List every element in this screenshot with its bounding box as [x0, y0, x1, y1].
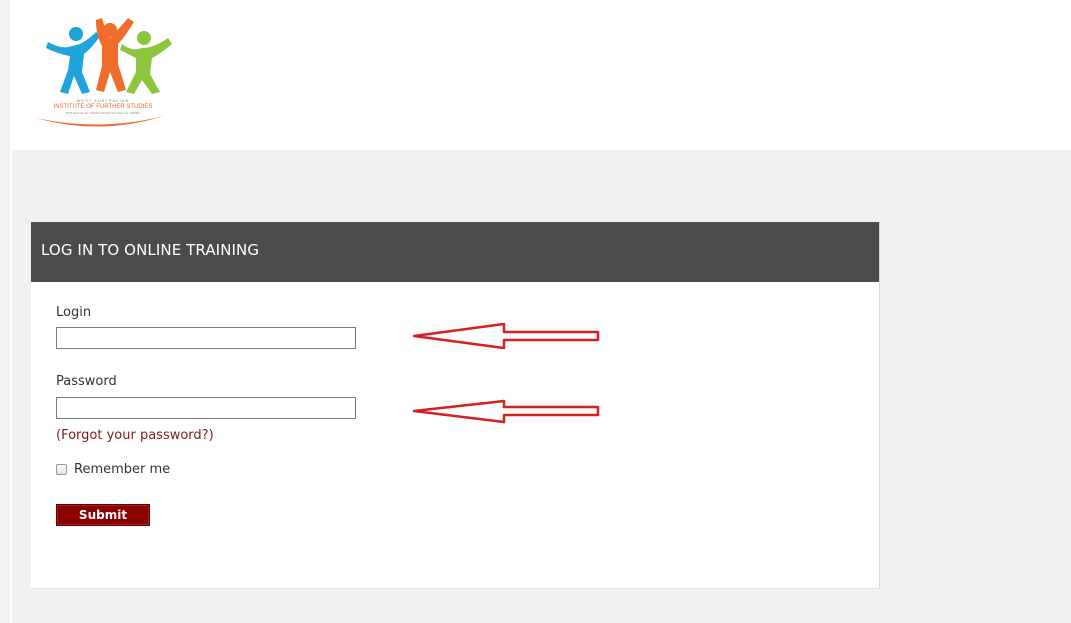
remember-me-checkbox[interactable] — [56, 463, 67, 475]
people-logo-icon — [46, 18, 172, 94]
page: WEST AUSTRALIAN INSTITUTE OF FURTHER STU… — [0, 0, 1071, 623]
left-border-strip — [0, 0, 10, 623]
login-panel-title: LOG IN TO ONLINE TRAINING — [41, 241, 260, 259]
site-header: WEST AUSTRALIAN INSTITUTE OF FURTHER STU… — [12, 0, 1071, 150]
logo-swoosh-icon — [36, 116, 164, 127]
password-label: Password — [56, 374, 117, 389]
annotation-arrow-login-icon — [412, 322, 600, 350]
submit-button[interactable]: Submit — [56, 504, 150, 526]
remember-me-label: Remember me — [74, 461, 171, 477]
remember-me-row[interactable]: Remember me — [56, 460, 170, 478]
annotation-arrow-password-icon — [412, 399, 600, 424]
login-label: Login — [56, 305, 92, 320]
forgot-password-link[interactable]: (Forgot your password?) — [56, 428, 214, 443]
password-input[interactable] — [56, 397, 356, 419]
institute-logo[interactable]: WEST AUSTRALIAN INSTITUTE OF FURTHER STU… — [36, 14, 174, 134]
login-input[interactable] — [56, 327, 356, 349]
login-panel-header: LOG IN TO ONLINE TRAINING — [31, 222, 879, 282]
